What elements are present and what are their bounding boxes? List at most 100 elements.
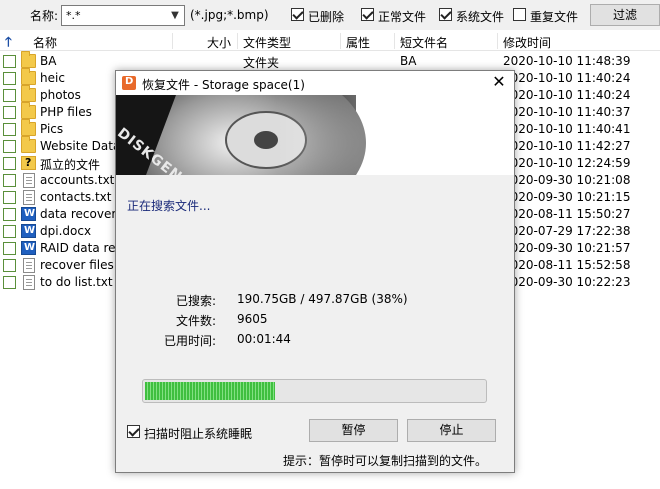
prevent-sleep-checkbox[interactable] [127, 425, 140, 438]
file-modified-time: 2020-07-29 17:22:38 [503, 224, 631, 238]
file-name: RAID data re [40, 241, 116, 255]
filter-normal-checkbox[interactable] [361, 8, 374, 21]
folder-icon [21, 136, 36, 153]
row-checkbox[interactable] [3, 242, 16, 255]
file-type: 文件夹 [243, 56, 280, 70]
recover-files-dialog: D 恢复文件 - Storage space(1) ✕ 正在搜索文件... 已搜… [115, 70, 515, 473]
prevent-sleep-label[interactable]: 扫描时阻止系统睡眠 [144, 425, 252, 442]
folder-icon [21, 68, 36, 85]
folder-icon [21, 51, 36, 68]
text-file-icon [23, 258, 35, 273]
row-checkbox[interactable] [3, 191, 16, 204]
filter-normal-label: 正常文件 [378, 10, 427, 24]
file-name: Website Data [40, 139, 121, 153]
pause-button[interactable]: 暂停 [309, 419, 398, 442]
chevron-down-icon[interactable]: ▼ [168, 8, 182, 23]
filter-name-label: 名称: [30, 9, 59, 23]
filter-duplicate-label: 重复文件 [530, 10, 579, 24]
file-modified-time: 2020-09-30 10:21:15 [503, 190, 631, 204]
file-name: PHP files [40, 105, 92, 119]
row-checkbox[interactable] [3, 259, 16, 272]
row-checkbox[interactable] [3, 89, 16, 102]
searched-value: 190.75GB / 497.87GB (38%) [237, 292, 408, 306]
file-name: BA [40, 54, 57, 68]
column-divider[interactable] [497, 33, 498, 49]
filter-extension-hint: (*.jpg;*.bmp) [190, 8, 269, 22]
column-name[interactable]: 名称 [33, 34, 57, 51]
file-modified-time: 2020-09-30 10:21:08 [503, 173, 631, 187]
file-modified-time: 2020-09-30 10:21:57 [503, 241, 631, 255]
filter-system-checkbox[interactable] [439, 8, 452, 21]
column-divider[interactable] [394, 33, 395, 49]
dialog-titlebar[interactable]: D 恢复文件 - Storage space(1) ✕ [116, 71, 514, 95]
filter-name-combobox[interactable]: *.* ▼ [61, 5, 185, 26]
row-checkbox[interactable] [3, 174, 16, 187]
row-checkbox[interactable] [3, 55, 16, 68]
column-type[interactable]: 文件类型 [243, 34, 291, 51]
dialog-title: 恢复文件 - Storage space(1) [142, 78, 305, 92]
table-row[interactable]: BA 文件夹 BA 2020-10-10 11:48:39 [0, 51, 660, 70]
row-checkbox[interactable] [3, 123, 16, 136]
file-modified-time: 2020-10-10 11:48:39 [503, 54, 631, 68]
column-modified[interactable]: 修改时间 [503, 34, 551, 51]
hard-drive-illustration [116, 95, 514, 175]
row-checkbox[interactable] [3, 276, 16, 289]
column-divider[interactable] [172, 33, 173, 49]
file-modified-time: 2020-10-10 11:42:27 [503, 139, 631, 153]
column-attributes[interactable]: 属性 [346, 34, 370, 51]
column-divider[interactable] [340, 33, 341, 49]
file-modified-time: 2020-10-10 11:40:37 [503, 105, 631, 119]
folder-icon [21, 119, 36, 136]
file-count-label: 文件数: [175, 314, 216, 328]
file-short-name: BA [400, 54, 417, 68]
file-name: contacts.txt [40, 190, 112, 204]
file-list-header: 🡑 名称 大小 文件类型 属性 短文件名 修改时间 [0, 31, 660, 51]
search-status-text: 正在搜索文件... [127, 199, 211, 213]
row-checkbox[interactable] [3, 72, 16, 85]
row-checkbox[interactable] [3, 157, 16, 170]
filter-duplicate-checkbox[interactable] [513, 8, 526, 21]
file-modified-time: 2020-08-11 15:50:27 [503, 207, 631, 221]
file-name: to do list.txt [40, 275, 113, 289]
folder-icon [21, 102, 36, 119]
file-modified-time: 2020-08-11 15:52:58 [503, 258, 631, 272]
file-modified-time: 2020-10-10 11:40:24 [503, 88, 631, 102]
filter-name-value: *.* [66, 9, 81, 22]
up-arrow-icon[interactable]: 🡑 [5, 33, 12, 55]
row-checkbox[interactable] [3, 106, 16, 119]
file-modified-time: 2020-10-10 12:24:59 [503, 156, 631, 170]
row-checkbox[interactable] [3, 208, 16, 221]
search-progress-bar [142, 379, 487, 403]
file-name: Pics [40, 122, 64, 136]
search-progress-fill [145, 382, 275, 400]
row-checkbox[interactable] [3, 225, 16, 238]
filter-deleted-label: 已删除 [308, 10, 345, 24]
searched-label: 已搜索: [175, 294, 216, 308]
stop-button[interactable]: 停止 [407, 419, 496, 442]
column-size[interactable]: 大小 [207, 34, 231, 51]
word-file-icon: W [21, 241, 36, 255]
column-divider[interactable] [237, 33, 238, 49]
file-name: dpi.docx [40, 224, 92, 238]
file-name: photos [40, 88, 81, 102]
filter-button[interactable]: 过滤 [590, 4, 660, 26]
text-file-icon [23, 275, 35, 290]
file-name: recover files [40, 258, 114, 272]
text-file-icon [23, 173, 35, 188]
column-short-name[interactable]: 短文件名 [400, 34, 448, 51]
word-file-icon: W [21, 224, 36, 238]
word-file-icon: W [21, 207, 36, 221]
folder-icon [21, 85, 36, 102]
pause-hint-text: 提示：暂停时可以复制扫描到的文件。 [283, 454, 488, 468]
dialog-banner: DISKGENIUS [116, 95, 514, 175]
app-logo-icon: D [122, 76, 136, 90]
row-checkbox[interactable] [3, 140, 16, 153]
file-name: 孤立的文件 [40, 158, 101, 172]
text-file-icon [23, 190, 35, 205]
close-icon[interactable]: ✕ [490, 73, 508, 91]
filter-deleted-checkbox[interactable] [291, 8, 304, 21]
file-modified-time: 2020-09-30 10:22:23 [503, 275, 631, 289]
file-name: data recovery [40, 207, 124, 221]
file-name: heic [40, 71, 65, 85]
filter-system-label: 系统文件 [456, 10, 505, 24]
